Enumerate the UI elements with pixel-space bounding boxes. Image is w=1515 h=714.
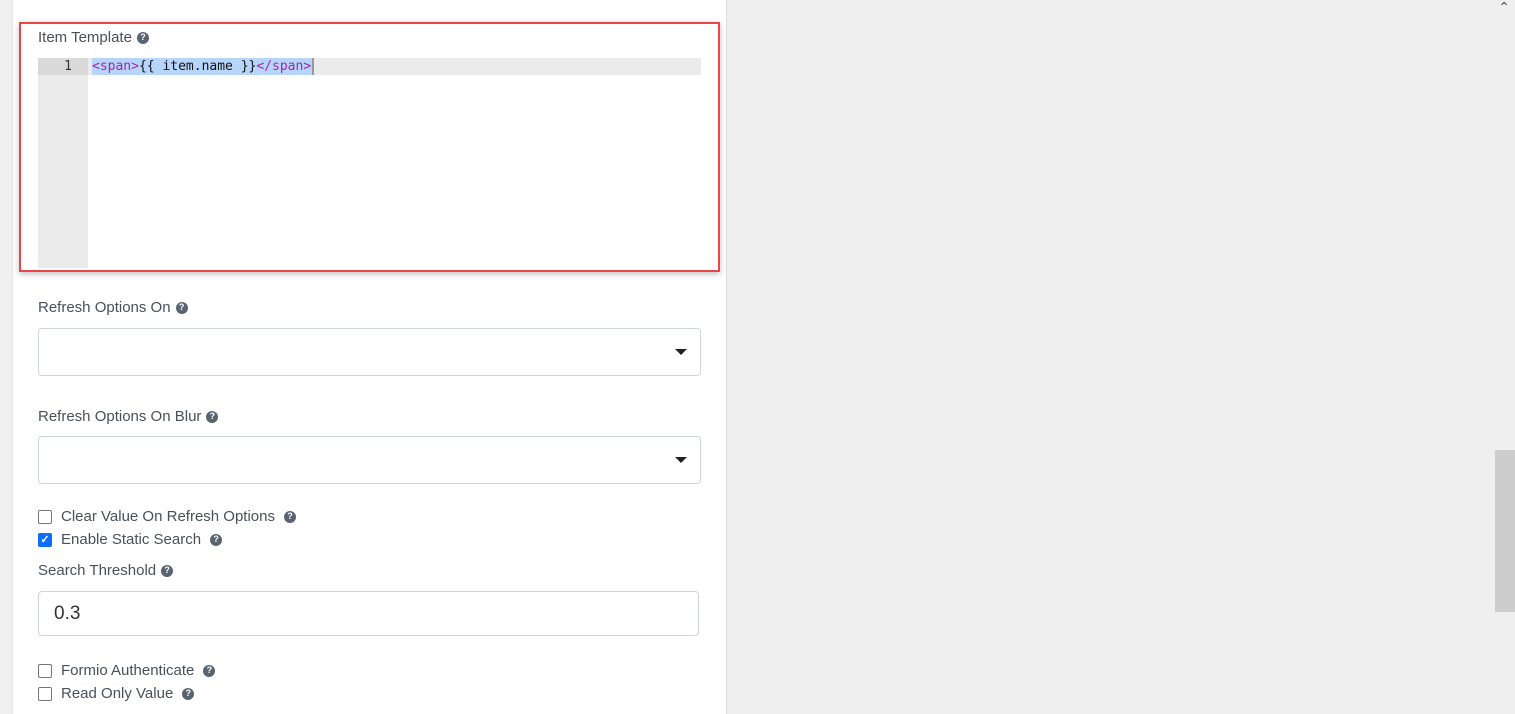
- search-threshold-label: Search Threshold ?: [38, 562, 174, 579]
- help-icon[interactable]: ?: [161, 564, 174, 577]
- help-icon[interactable]: ?: [206, 410, 219, 423]
- formio-authenticate-checkbox[interactable]: Formio Authenticate ?: [38, 662, 216, 679]
- help-icon[interactable]: ?: [136, 31, 149, 44]
- checkbox[interactable]: [38, 686, 52, 701]
- refresh-options-on-label: Refresh Options On ?: [38, 299, 188, 316]
- item-template-editor[interactable]: 1 <span>{{ item.name }}</span>: [38, 58, 701, 268]
- line-number: 1: [38, 58, 88, 75]
- item-template-label: Item Template ?: [38, 29, 149, 46]
- checkbox[interactable]: [38, 509, 52, 524]
- help-icon[interactable]: ?: [175, 301, 188, 314]
- refresh-options-on-blur-label: Refresh Options On Blur ?: [38, 408, 219, 425]
- clear-value-on-refresh-checkbox[interactable]: Clear Value On Refresh Options ?: [38, 508, 296, 525]
- help-icon[interactable]: ?: [182, 687, 195, 700]
- caret-down-icon: [675, 349, 687, 355]
- code-line[interactable]: <span>{{ item.name }}</span>: [92, 58, 315, 75]
- refresh-options-on-select[interactable]: [38, 328, 701, 376]
- code-close-tag: </span>: [256, 59, 312, 74]
- scrollbar-thumb[interactable]: [1495, 450, 1515, 612]
- help-icon[interactable]: ?: [284, 510, 296, 523]
- code-open-tag: <span>: [92, 59, 139, 74]
- enable-static-search-checkbox[interactable]: ✓ Enable Static Search ?: [38, 531, 223, 548]
- read-only-value-checkbox[interactable]: Read Only Value ?: [38, 685, 195, 702]
- editor-gutter: [38, 58, 88, 268]
- scroll-up-chevron-icon[interactable]: ⌃: [1498, 0, 1510, 16]
- refresh-options-on-blur-select[interactable]: [38, 436, 701, 484]
- checkbox[interactable]: [38, 663, 52, 678]
- help-icon[interactable]: ?: [203, 664, 216, 677]
- code-expression: {{ item.name }}: [138, 59, 257, 74]
- help-icon[interactable]: ?: [210, 533, 223, 546]
- left-margin: [0, 0, 13, 714]
- checkbox-checked[interactable]: ✓: [38, 532, 52, 547]
- caret-down-icon: [675, 457, 687, 463]
- search-threshold-input[interactable]: 0.3: [38, 591, 699, 636]
